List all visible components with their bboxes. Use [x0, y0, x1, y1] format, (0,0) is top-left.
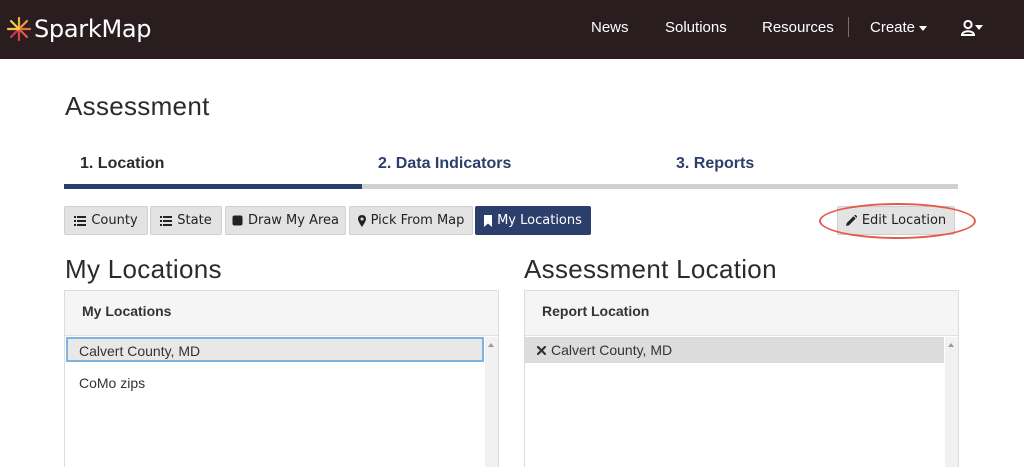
tab-reports[interactable]: 3. Reports [676, 155, 754, 173]
logo-text: SparkMap [34, 15, 152, 43]
my-locations-button[interactable]: My Locations [475, 206, 591, 235]
list-icon [74, 215, 87, 226]
spark-logo-icon [6, 16, 32, 42]
nav-create[interactable]: Create [870, 19, 928, 36]
pick-from-map-label: Pick From Map [370, 213, 465, 228]
county-button-label: County [91, 213, 138, 228]
list-item[interactable]: Calvert County, MD [66, 337, 484, 362]
list-item[interactable]: CoMo zips [79, 375, 145, 391]
panel-header: My Locations [65, 291, 498, 336]
bookmark-icon [484, 214, 493, 227]
tab-location[interactable]: 1. Location [80, 155, 164, 173]
nav-divider [848, 17, 849, 37]
draw-my-area-button[interactable]: Draw My Area [225, 206, 346, 235]
pick-from-map-button[interactable]: Pick From Map [349, 206, 473, 235]
highlight-annotation [819, 203, 976, 239]
list-icon [160, 215, 173, 226]
scroll-up-icon[interactable] [488, 343, 494, 347]
page-title: Assessment [65, 91, 210, 121]
nav-news[interactable]: News [591, 19, 629, 36]
close-icon[interactable] [537, 345, 546, 355]
user-icon [961, 20, 975, 36]
selected-location-chip[interactable]: Calvert County, MD [525, 337, 944, 363]
draw-my-area-label: Draw My Area [247, 213, 340, 228]
logo[interactable]: SparkMap [6, 12, 152, 46]
map-marker-icon [357, 214, 366, 227]
selected-location-label: Calvert County, MD [551, 342, 673, 358]
square-icon [232, 215, 243, 226]
chevron-down-icon [919, 25, 928, 31]
my-locations-label: My Locations [497, 213, 582, 228]
state-button[interactable]: State [150, 206, 222, 235]
tab-data-indicators[interactable]: 2. Data Indicators [378, 155, 511, 173]
nav-solutions[interactable]: Solutions [665, 19, 727, 36]
my-locations-heading: My Locations [65, 254, 222, 284]
chevron-down-icon [975, 25, 983, 30]
report-location-panel: Report Location [524, 290, 959, 467]
top-navbar: SparkMap News Solutions Resources Create [0, 0, 1024, 59]
nav-create-label: Create [870, 19, 916, 36]
user-menu[interactable] [961, 19, 987, 37]
county-button[interactable]: County [64, 206, 148, 235]
scroll-up-icon[interactable] [948, 343, 954, 347]
scrollbar[interactable] [485, 337, 498, 467]
scrollbar[interactable] [945, 337, 958, 467]
panel-header: Report Location [525, 291, 958, 336]
assessment-location-heading: Assessment Location [524, 254, 777, 284]
nav-resources[interactable]: Resources [762, 19, 834, 36]
state-button-label: State [177, 213, 212, 228]
step-progress-fill [64, 184, 362, 189]
